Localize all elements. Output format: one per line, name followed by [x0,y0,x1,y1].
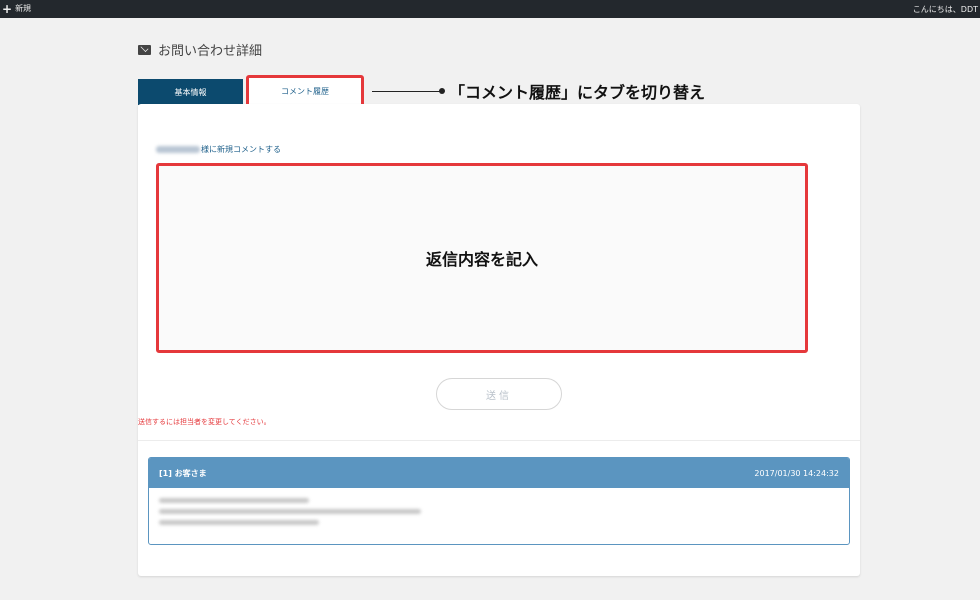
new-comment-label: 様に新規コメントする [156,144,281,155]
redacted-line [159,509,421,514]
send-button[interactable]: 送信 [436,378,562,410]
tab-comment-history[interactable]: コメント履歴 [246,75,364,107]
comment-card: [1] お客さま 2017/01/30 14:24:32 [148,457,850,545]
admin-bar: + 新規 こんにちは、DDT [0,0,980,18]
divider [138,440,860,441]
reply-hint-annotation: 返信内容を記入 [425,250,538,269]
tab-basic-info[interactable]: 基本情報 [138,79,243,105]
callout-dot [439,88,445,94]
page-title: お問い合わせ詳細 [138,40,262,59]
new-comment-label-text: 様に新規コメントする [201,145,281,154]
redacted-line [159,520,319,525]
comment-body-redacted [149,488,849,537]
send-warning: 送信するには担当者を変更してください。 [138,418,271,426]
plus-icon: + [2,1,13,16]
comment-timestamp: 2017/01/30 14:24:32 [754,468,839,478]
comment-author: [1] お客さま [159,468,207,478]
redacted-line [159,498,309,503]
page-title-text: お問い合わせ詳細 [158,44,263,59]
comment-panel: 様に新規コメントする 返信内容を記入 送信 送信するには担当者を変更してください… [138,104,860,576]
new-menu[interactable]: + 新規 [2,1,32,16]
new-label: 新規 [15,4,32,13]
callout-leader-line [372,91,442,92]
user-greeting[interactable]: こんにちは、DDT [913,4,978,15]
tab-callout-annotation: 「コメント履歴」にタブを切り替え [449,83,706,102]
comment-header: [1] お客さま 2017/01/30 14:24:32 [149,458,849,488]
reply-textarea[interactable]: 返信内容を記入 [156,163,808,353]
envelope-icon [138,44,151,55]
customer-name-redacted [156,146,200,153]
